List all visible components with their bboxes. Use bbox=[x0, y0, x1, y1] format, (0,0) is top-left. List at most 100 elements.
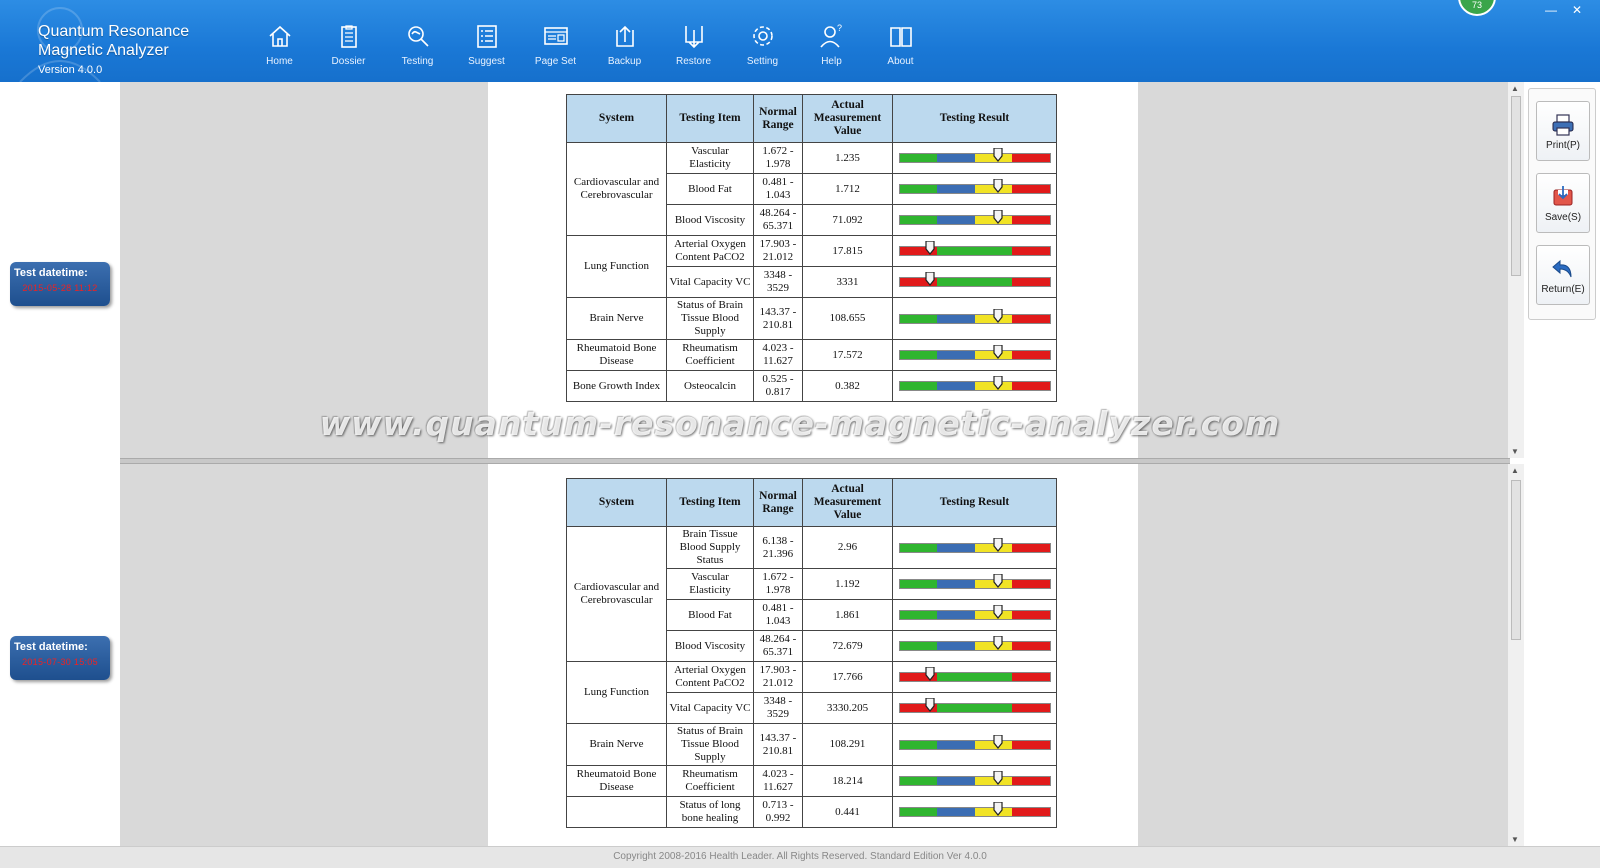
gauge-pointer-icon bbox=[992, 605, 1003, 619]
result-cell bbox=[892, 796, 1057, 828]
nav-dossier[interactable]: Dossier bbox=[314, 22, 383, 67]
return-button[interactable]: Return(E) bbox=[1536, 245, 1590, 305]
gauge-pointer-icon bbox=[992, 636, 1003, 650]
range-cell: 4.023 - 11.627 bbox=[753, 765, 803, 797]
item-cell: Status of Brain Tissue Blood Supply bbox=[666, 297, 754, 340]
test-datetime-badge[interactable]: Test datetime: 2015-07-30 15:05 bbox=[10, 636, 110, 680]
scrollbar-thumb[interactable] bbox=[1511, 96, 1521, 276]
upload-icon bbox=[615, 25, 634, 47]
nav-testing[interactable]: Testing bbox=[383, 22, 452, 67]
value-cell: 1.235 bbox=[802, 142, 893, 174]
table-row: Lung Function Arterial Oxygen Content PaC… bbox=[566, 661, 1057, 724]
nav-page-set[interactable]: Page Set bbox=[521, 22, 590, 67]
close-icon[interactable]: ✕ bbox=[1566, 0, 1588, 20]
table-row: Rheumatoid Bone Disease Rheumatism Coeffi… bbox=[566, 765, 1057, 797]
gauge-segment bbox=[899, 543, 937, 552]
scroll-up-icon[interactable]: ▲ bbox=[1511, 84, 1519, 93]
gauge-segment bbox=[1012, 351, 1050, 359]
nav-label: Help bbox=[821, 56, 842, 67]
svg-text:?: ? bbox=[837, 23, 842, 33]
report-sheet: System Testing Item Normal Range Actual Mea… bbox=[488, 464, 1138, 846]
result-gauge bbox=[898, 734, 1051, 750]
range-cell: 3348 - 3529 bbox=[753, 266, 803, 298]
scroll-down-icon[interactable]: ▼ bbox=[1511, 447, 1519, 456]
gauge-segment bbox=[1012, 704, 1050, 712]
gauge-pointer-icon bbox=[992, 771, 1003, 785]
result-gauge bbox=[898, 308, 1051, 324]
gauge-segment bbox=[974, 278, 1012, 286]
gauge-segment bbox=[1012, 740, 1050, 749]
gauge-segment bbox=[937, 808, 975, 816]
nav-restore[interactable]: Restore bbox=[659, 22, 728, 67]
value-cell: 108.291 bbox=[802, 723, 893, 766]
range-cell: 4.023 - 11.627 bbox=[753, 339, 803, 371]
printer-icon bbox=[1552, 113, 1574, 136]
column-header: Testing Result bbox=[892, 94, 1057, 143]
gauge-pointer-icon bbox=[992, 179, 1003, 193]
gauge-pointer-icon bbox=[925, 667, 935, 681]
range-cell: 0.713 - 0.992 bbox=[753, 796, 803, 828]
result-gauge bbox=[898, 771, 1051, 786]
item-cell: Blood Viscosity bbox=[666, 204, 754, 236]
notification-badge[interactable]: 73 bbox=[1458, 0, 1496, 16]
table-row: Bone Growth Index Osteocalcin 0.525 - 0.81… bbox=[566, 370, 1057, 402]
item-cell: Osteocalcin bbox=[666, 370, 754, 402]
range-cell: 48.264 - 65.371 bbox=[753, 630, 803, 662]
scroll-down-icon[interactable]: ▼ bbox=[1511, 835, 1519, 844]
column-header: System bbox=[566, 478, 667, 527]
gauge-pointer-icon bbox=[925, 698, 935, 712]
scrollbar-top[interactable]: ▲ ▼ bbox=[1508, 82, 1524, 458]
minimize-icon[interactable]: — bbox=[1540, 0, 1562, 20]
return-label: Return(E) bbox=[1541, 283, 1585, 295]
print-button[interactable]: Print(P) bbox=[1536, 101, 1590, 161]
app-title-line1: Quantum Resonance bbox=[38, 23, 190, 40]
nav-about[interactable]: About bbox=[866, 22, 935, 67]
gauge-pointer-icon bbox=[992, 148, 1003, 162]
nav-setting[interactable]: Setting bbox=[728, 22, 797, 67]
gauge-segment bbox=[899, 314, 937, 323]
report-pane-bottom: System Testing Item Normal Range Actual Mea… bbox=[120, 464, 1510, 846]
test-datetime-value: 2015-05-28 11:12 bbox=[22, 283, 98, 293]
range-cell: 17.903 - 21.012 bbox=[753, 661, 803, 693]
scroll-up-icon[interactable]: ▲ bbox=[1511, 466, 1519, 475]
gauge-segment bbox=[937, 314, 975, 323]
nav-home[interactable]: Home bbox=[245, 22, 314, 67]
gauge-segment bbox=[899, 777, 937, 785]
gear-icon bbox=[752, 26, 773, 46]
gauge-segment bbox=[899, 808, 937, 816]
nav-suggest[interactable]: Suggest bbox=[452, 22, 521, 67]
value-cell: 3331 bbox=[802, 266, 893, 298]
gauge-segment bbox=[937, 642, 975, 650]
save-button[interactable]: Save(S) bbox=[1536, 173, 1590, 233]
gauge-segment bbox=[974, 704, 1012, 712]
nav-help[interactable]: ? Help bbox=[797, 22, 866, 67]
result-gauge bbox=[898, 179, 1051, 194]
result-cell bbox=[892, 204, 1057, 236]
item-cell: Status of Brain Tissue Blood Supply bbox=[666, 723, 754, 766]
nav-backup[interactable]: Backup bbox=[590, 22, 659, 67]
system-cell: Rheumatoid Bone Disease bbox=[566, 765, 667, 797]
range-cell: 48.264 - 65.371 bbox=[753, 204, 803, 236]
save-label: Save(S) bbox=[1544, 211, 1582, 223]
result-cell bbox=[892, 692, 1057, 724]
system-cell bbox=[566, 796, 667, 828]
scrollbar-bottom[interactable]: ▲ ▼ bbox=[1508, 464, 1524, 846]
gauge-segment bbox=[937, 247, 975, 255]
gauge-segment bbox=[1012, 808, 1050, 816]
column-header: Testing Item bbox=[666, 478, 754, 527]
result-gauge bbox=[898, 376, 1051, 391]
item-cell: Vital Capacity VC bbox=[666, 266, 754, 298]
gauge-pointer-icon bbox=[992, 376, 1003, 390]
report-sheet: System Testing Item Normal Range Actual Mea… bbox=[488, 82, 1138, 458]
value-cell: 0.441 bbox=[802, 796, 893, 828]
test-datetime-badge[interactable]: Test datetime: 2015-05-28 11:12 bbox=[10, 262, 110, 306]
table-row: Cardiovascular and Cerebrovascular Vascul… bbox=[566, 142, 1057, 236]
result-gauge bbox=[898, 272, 1051, 287]
save-icon bbox=[1553, 185, 1573, 205]
result-gauge bbox=[898, 605, 1051, 620]
app-title-line2: Magnetic Analyzer bbox=[38, 42, 169, 59]
gauge-segment bbox=[937, 777, 975, 785]
range-cell: 143.37 - 210.81 bbox=[753, 723, 803, 766]
scrollbar-thumb[interactable] bbox=[1511, 480, 1521, 640]
value-cell: 1.861 bbox=[802, 599, 893, 631]
